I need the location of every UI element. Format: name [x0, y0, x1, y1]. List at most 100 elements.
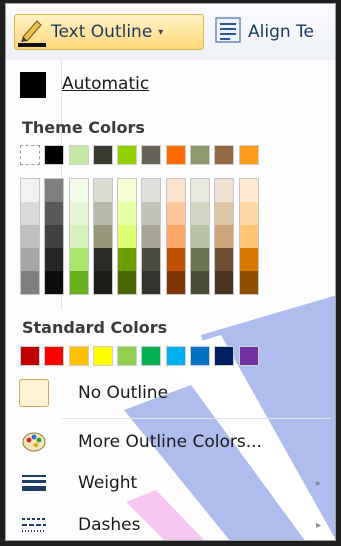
theme-shade-swatch[interactable]	[45, 248, 64, 271]
theme-shade-column	[165, 178, 186, 295]
theme-shade-swatch[interactable]	[239, 271, 258, 294]
theme-shade-swatch[interactable]	[239, 248, 258, 271]
standard-color-swatch[interactable]	[238, 346, 259, 366]
theme-colors-row	[20, 145, 263, 165]
theme-shade-swatch[interactable]	[215, 248, 234, 271]
theme-shade-swatch[interactable]	[215, 202, 234, 225]
theme-shade-swatch[interactable]	[93, 202, 112, 225]
standard-color-swatch[interactable]	[92, 346, 113, 366]
theme-shade-column	[44, 178, 65, 295]
theme-shade-swatch[interactable]	[191, 225, 210, 248]
dashes-label: Dashes	[78, 515, 141, 535]
theme-shade-swatch[interactable]	[118, 202, 137, 225]
theme-shade-swatch[interactable]	[215, 225, 234, 248]
theme-shade-swatch[interactable]	[166, 202, 185, 225]
theme-shade-swatch[interactable]	[191, 271, 210, 294]
weight-lines-icon	[6, 463, 62, 503]
menu-separator	[62, 418, 331, 419]
theme-shade-swatch[interactable]	[118, 179, 137, 202]
theme-shade-swatch[interactable]	[93, 271, 112, 294]
theme-shade-swatch[interactable]	[142, 271, 161, 294]
theme-shade-swatch[interactable]	[239, 179, 258, 202]
theme-shade-swatch[interactable]	[45, 271, 64, 294]
theme-color-swatch[interactable]	[20, 145, 40, 165]
automatic-swatch	[20, 72, 46, 98]
theme-color-swatch[interactable]	[141, 145, 162, 165]
theme-color-swatch[interactable]	[165, 145, 186, 165]
weight-item[interactable]: Weight ▸	[6, 463, 335, 503]
theme-shade-swatch[interactable]	[191, 202, 210, 225]
theme-color-swatch[interactable]	[190, 145, 211, 165]
theme-shade-swatch[interactable]	[191, 248, 210, 271]
standard-color-swatch[interactable]	[20, 346, 40, 366]
theme-shade-swatch[interactable]	[21, 179, 39, 202]
theme-color-swatch[interactable]	[68, 145, 89, 165]
align-text-label: Align Te	[248, 22, 314, 42]
pencil-icon	[15, 15, 51, 49]
more-outline-colors-item[interactable]: More Outline Colors...	[6, 422, 335, 462]
theme-shade-swatch[interactable]	[93, 248, 112, 271]
theme-shade-swatch[interactable]	[239, 202, 258, 225]
automatic-color-option[interactable]	[20, 68, 46, 102]
theme-shade-column	[117, 178, 138, 295]
theme-shade-swatch[interactable]	[69, 271, 88, 294]
theme-shade-swatch[interactable]	[166, 225, 185, 248]
align-text-button[interactable]: Align Te	[214, 14, 314, 50]
more-outline-colors-label: More Outline Colors...	[78, 432, 262, 452]
standard-colors-heading: Standard Colors	[22, 318, 168, 337]
align-text-icon	[214, 16, 242, 48]
no-outline-swatch-icon	[6, 373, 62, 413]
theme-shade-swatch[interactable]	[118, 225, 137, 248]
theme-shade-swatch[interactable]	[69, 225, 88, 248]
standard-colors-row	[20, 346, 263, 366]
theme-shade-swatch[interactable]	[93, 179, 112, 202]
theme-shade-swatch[interactable]	[69, 248, 88, 271]
theme-shade-swatch[interactable]	[21, 202, 39, 225]
theme-shade-swatch[interactable]	[69, 202, 88, 225]
standard-color-swatch[interactable]	[44, 346, 65, 366]
dashes-lines-icon	[6, 505, 62, 540]
theme-shade-swatch[interactable]	[166, 248, 185, 271]
theme-shade-column	[92, 178, 113, 295]
theme-color-swatch[interactable]	[214, 145, 235, 165]
chevron-down-icon: ▾	[158, 26, 164, 38]
theme-shade-swatch[interactable]	[142, 179, 161, 202]
standard-color-swatch[interactable]	[141, 346, 162, 366]
theme-color-swatch[interactable]	[238, 145, 259, 165]
standard-color-swatch[interactable]	[117, 346, 138, 366]
theme-shade-swatch[interactable]	[239, 225, 258, 248]
theme-shade-swatch[interactable]	[215, 271, 234, 294]
automatic-label[interactable]: Automatic	[62, 74, 149, 94]
text-outline-button[interactable]: Text Outline ▾	[14, 14, 204, 50]
theme-shade-swatch[interactable]	[69, 179, 88, 202]
theme-color-swatch[interactable]	[44, 145, 65, 165]
theme-colors-heading: Theme Colors	[22, 118, 145, 137]
theme-shade-swatch[interactable]	[142, 225, 161, 248]
theme-shade-column	[190, 178, 211, 295]
theme-shade-swatch[interactable]	[93, 225, 112, 248]
dashes-item[interactable]: Dashes ▸	[6, 505, 335, 540]
theme-shade-swatch[interactable]	[45, 225, 64, 248]
theme-shades-grid	[20, 178, 263, 295]
standard-color-swatch[interactable]	[190, 346, 211, 366]
theme-shade-swatch[interactable]	[166, 271, 185, 294]
theme-shade-swatch[interactable]	[191, 179, 210, 202]
theme-shade-swatch[interactable]	[142, 248, 161, 271]
theme-color-swatch[interactable]	[117, 145, 138, 165]
theme-shade-swatch[interactable]	[118, 248, 137, 271]
theme-color-swatch[interactable]	[92, 145, 113, 165]
theme-shade-swatch[interactable]	[215, 179, 234, 202]
theme-shade-swatch[interactable]	[21, 271, 39, 294]
theme-shade-swatch[interactable]	[45, 202, 64, 225]
no-outline-item[interactable]: No Outline	[6, 373, 335, 413]
standard-color-swatch[interactable]	[68, 346, 89, 366]
standard-color-swatch[interactable]	[165, 346, 186, 366]
theme-shade-swatch[interactable]	[166, 179, 185, 202]
theme-shade-swatch[interactable]	[45, 179, 64, 202]
theme-shade-swatch[interactable]	[21, 225, 39, 248]
theme-shade-swatch[interactable]	[118, 271, 137, 294]
theme-shade-swatch[interactable]	[21, 248, 39, 271]
text-outline-label: Text Outline	[51, 22, 153, 42]
theme-shade-swatch[interactable]	[142, 202, 161, 225]
standard-color-swatch[interactable]	[214, 346, 235, 366]
